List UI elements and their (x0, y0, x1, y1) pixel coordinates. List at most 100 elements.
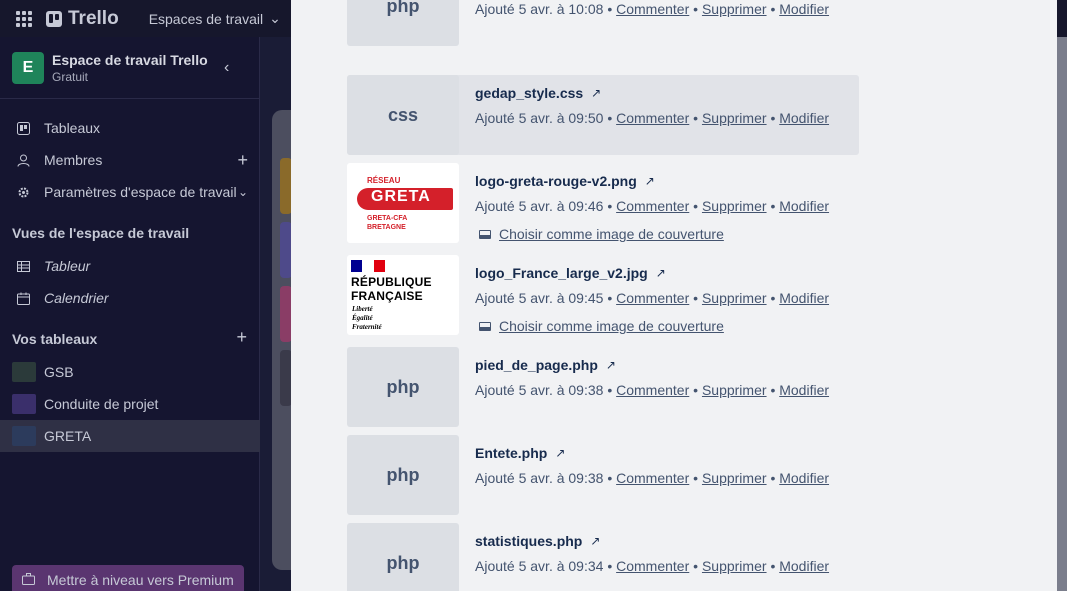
attachment-name[interactable]: pied_de_page.php ↗ (475, 357, 616, 373)
delete-link[interactable]: Supprimer (702, 382, 767, 398)
attachment-thumbnail[interactable]: php (347, 523, 459, 591)
delete-link[interactable]: Supprimer (702, 558, 767, 574)
separator: • (607, 382, 613, 398)
attachment-filename[interactable]: Entete.php (475, 445, 547, 461)
add-board-icon[interactable]: + (236, 327, 247, 348)
comment-link[interactable]: Commenter (616, 290, 689, 306)
sidebar-item-members[interactable]: Membres + (0, 144, 260, 176)
sidebar-board-conduite[interactable]: Conduite de projet (0, 388, 260, 420)
rf-line1: RÉPUBLIQUE (351, 275, 432, 289)
sidebar-item-calendar[interactable]: Calendrier (0, 282, 260, 314)
make-cover-link[interactable]: Choisir comme image de couverture (479, 318, 724, 334)
board-thumbnail (12, 426, 36, 446)
delete-link[interactable]: Supprimer (702, 198, 767, 214)
attachment-filename[interactable]: logo-greta-rouge-v2.png (475, 173, 637, 189)
make-cover-link[interactable]: Choisir comme image de couverture (479, 226, 724, 242)
attachment-added-date: Ajouté 5 avr. à 09:38 (475, 470, 604, 486)
make-cover-label[interactable]: Choisir comme image de couverture (499, 226, 724, 242)
add-member-icon[interactable]: + (237, 150, 248, 171)
comment-link[interactable]: Commenter (616, 558, 689, 574)
attachment-thumbnail[interactable]: php (347, 347, 459, 427)
sidebar-item-table[interactable]: Tableur (0, 250, 260, 282)
sidebar-item-settings[interactable]: Paramètres d'espace de travail ⌄ (0, 176, 260, 208)
comment-link[interactable]: Commenter (616, 470, 689, 486)
attachment-filename[interactable]: gedap_style.css (475, 85, 583, 101)
sidebar-item-label: Tableur (44, 258, 91, 274)
external-link-icon[interactable]: ↗ (656, 266, 666, 280)
edit-link[interactable]: Modifier (779, 110, 829, 126)
delete-link[interactable]: Supprimer (702, 1, 767, 17)
attachment-item[interactable]: php statistiques.php ↗ Ajouté 5 avr. à 09:3… (347, 523, 859, 591)
attachment-added-date: Ajouté 5 avr. à 09:45 (475, 290, 604, 306)
make-cover-label[interactable]: Choisir comme image de couverture (499, 318, 724, 334)
separator: • (770, 290, 776, 306)
attachment-name[interactable]: logo_France_large_v2.jpg ↗ (475, 265, 666, 281)
rf-motto1: Liberté (352, 305, 373, 313)
upgrade-premium-button[interactable]: Mettre à niveau vers Premium (12, 565, 244, 591)
external-link-icon[interactable]: ↗ (555, 446, 565, 460)
edit-link[interactable]: Modifier (779, 198, 829, 214)
attachment-item[interactable]: phpconnexion.php↗Ajouté 5 avr. à 10:08 •… (347, 0, 859, 46)
attachment-item[interactable]: php pied_de_page.php ↗ Ajouté 5 avr. à 09:3… (347, 347, 859, 427)
attachment-item[interactable]: css gedap_style.css ↗ Ajouté 5 avr. à 09:50… (347, 75, 859, 155)
sidebar-item-label: GSB (44, 364, 74, 380)
comment-link[interactable]: Commenter (616, 110, 689, 126)
delete-link[interactable]: Supprimer (702, 470, 767, 486)
separator: • (770, 198, 776, 214)
attachment-item[interactable]: php Entete.php ↗ Ajouté 5 avr. à 09:38 • Co… (347, 435, 859, 515)
comment-link[interactable]: Commenter (616, 1, 689, 17)
edit-link[interactable]: Modifier (779, 382, 829, 398)
attachment-meta: Ajouté 5 avr. à 09:38 • Commenter • Supp… (475, 382, 829, 398)
workspaces-menu[interactable]: Espaces de travail ⌄ (149, 10, 281, 27)
sidebar-board-gsb[interactable]: GSB (0, 356, 260, 388)
board-icon (16, 121, 30, 135)
separator: • (770, 110, 776, 126)
external-link-icon[interactable]: ↗ (590, 534, 600, 548)
attachment-item[interactable]: RÉSEAU GRETA GRETA-CFA BRETAGNE logo-greta-r… (347, 163, 859, 243)
chevron-down-icon: ⌄ (237, 185, 248, 199)
sidebar: E Espace de travail Trello Gratuit ‹ Tab… (0, 37, 260, 591)
app-name: Trello (68, 7, 119, 29)
attachment-name[interactable]: statistiques.php ↗ (475, 533, 600, 549)
attachment-name[interactable]: gedap_style.css ↗ (475, 85, 601, 101)
attachment-thumbnail[interactable]: php (347, 0, 459, 46)
attachment-thumbnail[interactable]: css (347, 75, 459, 155)
attachment-name[interactable]: Entete.php ↗ (475, 445, 565, 461)
delete-link[interactable]: Supprimer (702, 290, 767, 306)
app-switcher-icon[interactable] (16, 10, 32, 27)
edit-link[interactable]: Modifier (779, 1, 829, 17)
table-icon (16, 259, 30, 273)
separator: • (693, 290, 699, 306)
attachment-filename[interactable]: logo_France_large_v2.jpg (475, 265, 648, 281)
edit-link[interactable]: Modifier (779, 558, 829, 574)
sidebar-board-greta[interactable]: GRETA (0, 420, 260, 452)
trello-logo[interactable]: Trello (46, 8, 119, 30)
attachment-filename[interactable]: pied_de_page.php (475, 357, 598, 373)
greta-reseau-text: RÉSEAU (367, 176, 401, 185)
separator: • (607, 1, 613, 17)
external-link-icon[interactable]: ↗ (591, 86, 601, 100)
greta-logo: RÉSEAU GRETA GRETA-CFA BRETAGNE (351, 164, 455, 242)
comment-link[interactable]: Commenter (616, 382, 689, 398)
republique-logo: RÉPUBLIQUE FRANÇAISE Liberté Égalité Fratern… (347, 255, 459, 335)
external-link-icon[interactable]: ↗ (645, 174, 655, 188)
attachment-thumbnail[interactable]: php (347, 435, 459, 515)
collapse-sidebar-icon[interactable]: ‹ (224, 59, 229, 77)
attachment-thumbnail[interactable]: RÉPUBLIQUE FRANÇAISE Liberté Égalité Fratern… (347, 255, 459, 335)
workspaces-menu-label: Espaces de travail (148, 10, 264, 27)
attachment-name[interactable]: logo-greta-rouge-v2.png ↗ (475, 173, 655, 189)
delete-link[interactable]: Supprimer (702, 110, 767, 126)
attachment-filename[interactable]: statistiques.php (475, 533, 582, 549)
attachment-meta: Ajouté 5 avr. à 09:38 • Commenter • Supp… (475, 470, 829, 486)
workspace-avatar[interactable]: E (12, 51, 44, 84)
attachment-item[interactable]: RÉPUBLIQUE FRANÇAISE Liberté Égalité Fratern… (347, 255, 859, 335)
greta-word: GRETA (371, 188, 431, 205)
attachment-meta: Ajouté 5 avr. à 09:46 • Commenter • Supp… (475, 198, 829, 214)
comment-link[interactable]: Commenter (616, 198, 689, 214)
edit-link[interactable]: Modifier (779, 470, 829, 486)
boards-section-title: Vos tableaux (12, 331, 98, 347)
external-link-icon[interactable]: ↗ (606, 358, 616, 372)
attachment-thumbnail[interactable]: RÉSEAU GRETA GRETA-CFA BRETAGNE (347, 163, 459, 243)
edit-link[interactable]: Modifier (779, 290, 829, 306)
sidebar-item-boards[interactable]: Tableaux (0, 112, 260, 144)
